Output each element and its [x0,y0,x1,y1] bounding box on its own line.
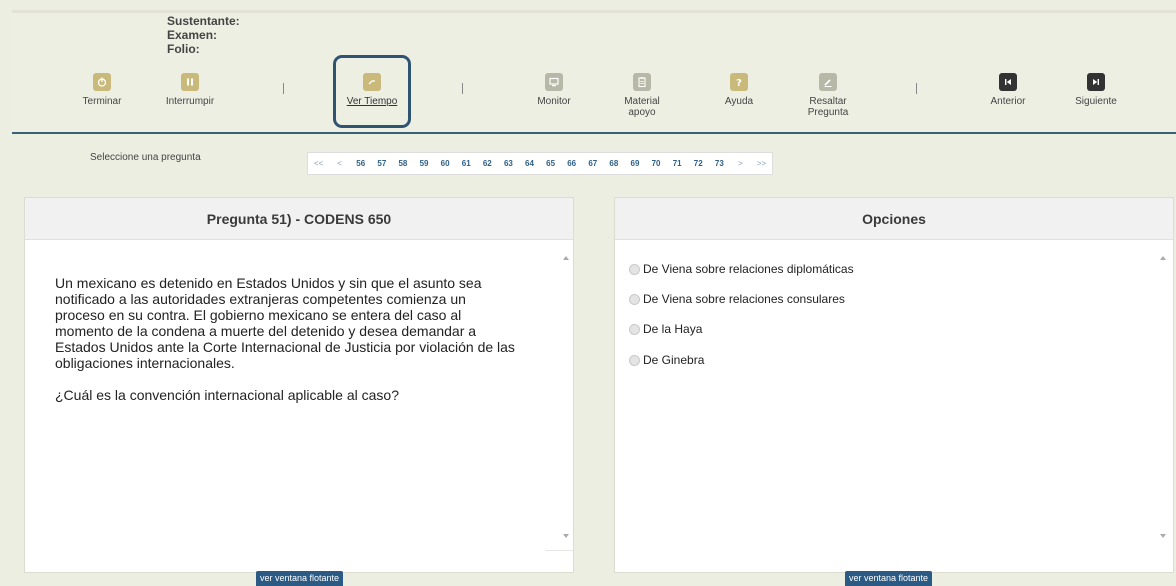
question-text: Un mexicano es detenido en Estados Unido… [55,275,515,419]
monitor-icon [545,73,563,91]
terminar-button[interactable]: Terminar [57,73,147,107]
question-paragraph: Un mexicano es detenido en Estados Unido… [55,275,515,371]
skip-forward-icon [1087,73,1105,91]
pager-page[interactable]: 66 [561,153,582,174]
folio-label: Folio: [167,42,200,56]
option-radio[interactable] [629,354,640,366]
examen-label: Examen: [167,28,218,42]
monitor-button[interactable]: Monitor [509,73,599,107]
question-selector-label: Seleccione una pregunta [90,152,201,163]
pager-page[interactable]: 56 [350,153,371,174]
anterior-button[interactable]: Anterior [963,73,1053,107]
option-label: De Viena sobre relaciones diplomáticas [643,262,854,276]
option-radio[interactable] [629,293,640,305]
panel-divider [545,550,575,551]
pager-page[interactable]: 61 [456,153,477,174]
material-label-2: apoyo [628,107,656,118]
ayuda-button[interactable]: ? Ayuda [694,73,784,107]
option-item[interactable]: De Viena sobre relaciones consulares [629,292,845,306]
options-title: Opciones [615,198,1173,240]
resaltar-label-2: Pregunta [807,107,849,118]
svg-text:?: ? [736,78,742,88]
pager-page[interactable]: 72 [688,153,709,174]
question-title: Pregunta 51) - CODENS 650 [25,198,573,240]
options-panel: Opciones De Viena sobre relaciones diplo… [614,197,1174,573]
pager-page[interactable]: 63 [498,153,519,174]
option-radio[interactable] [629,263,640,275]
material-apoyo-button[interactable]: Material apoyo [597,73,687,118]
anterior-label: Anterior [990,96,1026,107]
interrumpir-label: Interrumpir [165,96,215,107]
siguiente-button[interactable]: Siguiente [1051,73,1141,107]
ayuda-label: Ayuda [724,96,754,107]
question-prompt: ¿Cuál es la convención internacional apl… [55,387,399,403]
question-panel: Pregunta 51) - CODENS 650 Un mexicano es… [24,197,575,573]
option-label: De Viena sobre relaciones consulares [643,292,845,306]
options-float-window-button[interactable]: ver ventana flotante [845,571,933,586]
pager-page[interactable]: 65 [540,153,561,174]
scroll-up-icon[interactable] [563,256,569,260]
toolbar: Sustentante: Examen: Folio: Terminar Int… [12,10,1176,134]
pager-next[interactable]: > [730,153,751,174]
pager-page[interactable]: 57 [371,153,392,174]
option-label: De Ginebra [643,353,705,367]
pager-page[interactable]: 68 [603,153,624,174]
top-border [12,10,1176,13]
pager-page[interactable]: 67 [582,153,603,174]
pager-page[interactable]: 73 [709,153,730,174]
terminar-label: Terminar [82,96,122,107]
resaltar-label-1: Resaltar [809,96,847,107]
option-radio[interactable] [629,323,640,335]
sustentante-label: Sustentante: [167,14,240,28]
pager-last[interactable]: >> [751,153,772,174]
pager-page[interactable]: 71 [667,153,688,174]
help-icon: ? [730,73,748,91]
scroll-down-icon[interactable] [563,534,569,538]
clipboard-icon [633,73,651,91]
option-label: De la Haya [643,322,703,336]
scroll-up-icon[interactable] [1160,256,1166,260]
monitor-label: Monitor [537,96,571,107]
pager-page[interactable]: 64 [519,153,540,174]
pager-page[interactable]: 59 [413,153,434,174]
pager-page[interactable]: 62 [477,153,498,174]
pager-page[interactable]: 69 [624,153,645,174]
toolbar-divider [916,83,917,94]
question-float-window-button[interactable]: ver ventana flotante [256,571,344,586]
options-scrollbar[interactable] [1155,252,1169,542]
material-label-1: Material [624,96,660,107]
resaltar-pregunta-button[interactable]: Resaltar Pregunta [783,73,873,118]
skip-back-icon [999,73,1017,91]
option-item[interactable]: De Ginebra [629,353,704,367]
pager-page[interactable]: 58 [392,153,413,174]
toolbar-divider [283,83,284,94]
exam-info: Sustentante: Examen: Folio: [167,14,240,56]
power-icon [93,73,111,91]
siguiente-label: Siguiente [1075,96,1117,107]
option-item[interactable]: De Viena sobre relaciones diplomáticas [629,262,854,276]
pager-page[interactable]: 60 [435,153,456,174]
pause-icon [181,73,199,91]
question-scrollbar[interactable] [558,252,572,542]
ver-tiempo-highlight [333,55,411,128]
toolbar-divider [462,83,463,94]
pencil-icon [819,73,837,91]
question-pager: << < 56 57 58 59 60 61 62 63 64 65 66 67… [307,152,774,175]
pager-first[interactable]: << [308,153,329,174]
pager-page[interactable]: 70 [646,153,667,174]
pager-prev[interactable]: < [329,153,350,174]
scroll-down-icon[interactable] [1160,534,1166,538]
option-item[interactable]: De la Haya [629,322,702,336]
interrumpir-button[interactable]: Interrumpir [145,73,235,107]
